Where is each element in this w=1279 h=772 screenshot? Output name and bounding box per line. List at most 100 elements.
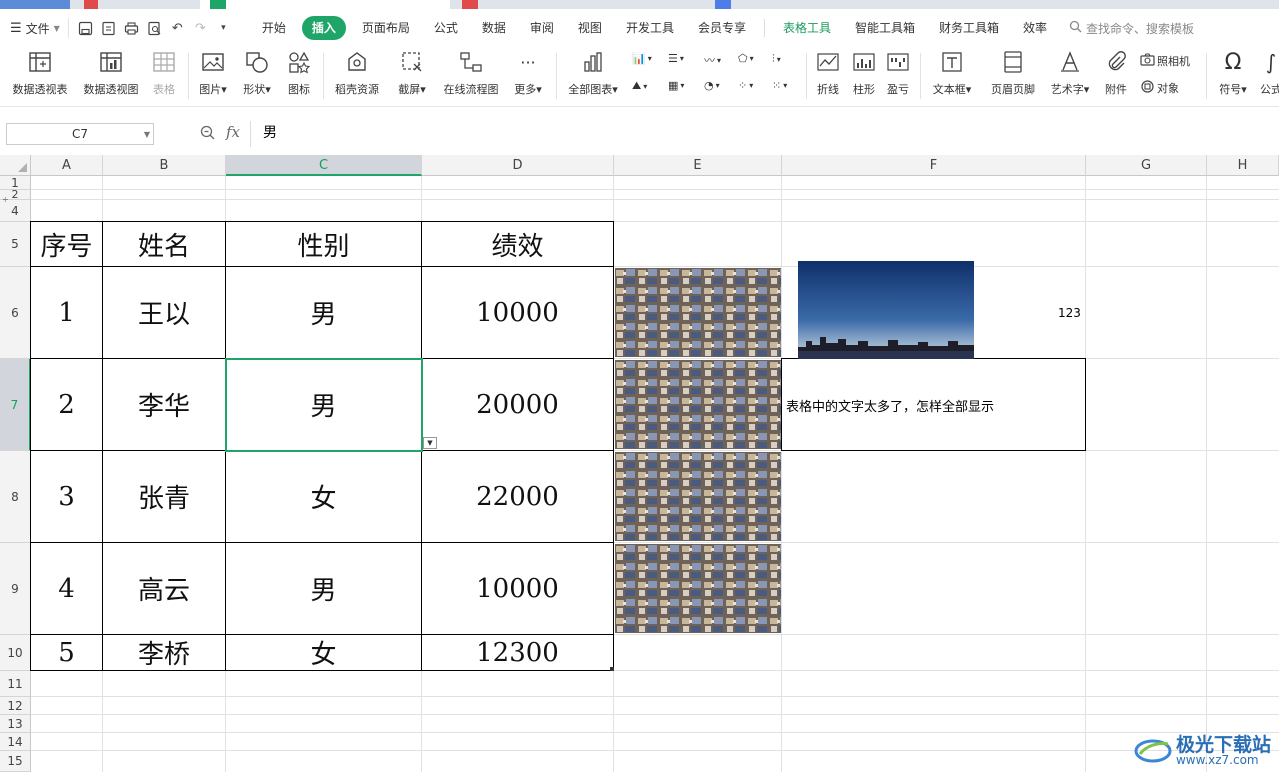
table-cell[interactable]: 张青 [103,451,225,542]
row-header-15[interactable]: 15 [0,751,31,772]
tab-review[interactable]: 审阅 [518,16,566,40]
column-header-c[interactable]: C [226,155,422,176]
tab-finance-toolbox[interactable]: 财务工具箱 [927,16,1011,40]
f6-value[interactable]: 123 [1058,306,1081,320]
pivot-chart-button[interactable]: 数据透视图 [78,47,144,105]
tab-formulas[interactable]: 公式 [422,16,470,40]
row-header-6[interactable]: 6 [0,267,31,359]
table-cell[interactable]: 4 [31,543,102,634]
radar-chart-dropdown[interactable]: ⬠ ▾ [738,52,754,65]
customize-toolbar-icon[interactable]: ▾ [215,20,232,37]
row-header-14[interactable]: 14 [0,733,31,751]
table-cell[interactable]: 高云 [103,543,225,634]
print-preview-icon[interactable] [146,20,163,37]
table-cell[interactable]: 男 [226,543,421,634]
area-chart-dropdown[interactable]: ⛰ ▾ [632,79,647,93]
pivot-table-button[interactable]: 数据透视表 [8,47,72,105]
tab-efficiency[interactable]: 效率 [1011,16,1059,40]
table-header-cell[interactable]: 序号 [31,222,102,266]
tab-table-tools[interactable]: 表格工具 [771,16,843,40]
column-header-a[interactable]: A [31,155,103,176]
tab-insert[interactable]: 插入 [301,16,346,40]
table-cell[interactable]: 女 [226,635,421,670]
table-cell[interactable]: 女 [226,451,421,542]
undo-icon[interactable]: ↶ [169,20,186,37]
sparkline-line-button[interactable]: 折线 [812,47,844,105]
tab-home[interactable]: 开始 [250,16,298,40]
table-cell[interactable]: 12300 [422,635,613,670]
column-header-h[interactable]: H [1207,155,1279,176]
column-header-b[interactable]: B [103,155,226,176]
row-header-10[interactable]: 10 [0,635,31,671]
table-cell[interactable]: 王以 [103,267,225,358]
row-header-7[interactable]: 7 [0,359,31,451]
daoke-resource-button[interactable]: 稻壳资源 [330,47,384,105]
shape-button[interactable]: 形状▾ [238,47,276,105]
export-pdf-icon[interactable] [100,20,117,37]
row-header-8[interactable]: 8 [0,451,31,543]
tab-member[interactable]: 会员专享 [686,16,758,40]
city-photo[interactable] [615,268,781,357]
window-tab[interactable] [84,0,98,9]
table-cell[interactable]: 1 [31,267,102,358]
command-search[interactable]: 查找命令、搜索模板 [1069,20,1194,37]
table-cell[interactable]: 男 [226,267,421,358]
header-footer-button[interactable]: 页眉页脚 [984,47,1042,105]
table-cell[interactable]: 3 [31,451,102,542]
table-cell[interactable]: 2 [31,359,102,450]
textbox-button[interactable]: 文本框▾ [926,47,978,105]
formula-button[interactable]: ∫ 公式 [1256,47,1279,105]
bar-chart-dropdown[interactable]: ☰ ▾ [668,52,684,65]
name-box[interactable]: C7 ▼ [6,123,154,145]
table-header-cell[interactable]: 绩效 [422,222,613,266]
more-button[interactable]: ··· 更多▾ [508,47,548,105]
tab-view[interactable]: 视图 [566,16,614,40]
window-tab[interactable] [462,0,478,9]
table-cell[interactable]: 5 [31,635,102,670]
table-cell[interactable]: 李桥 [103,635,225,670]
fx-icon[interactable]: fx [226,123,240,141]
symbol-button[interactable]: Ω 符号▾ [1212,47,1254,105]
table-cell[interactable]: 22000 [422,451,613,542]
all-charts-button[interactable]: 全部图表▾ [562,47,624,105]
stock-chart-dropdown[interactable]: ⫶ ▾ [772,52,781,66]
picture-button[interactable]: 图片▾ [194,47,232,105]
table-header-cell[interactable]: 姓名 [103,222,225,266]
object-button[interactable]: 对象 [1140,80,1179,96]
print-icon[interactable] [123,20,140,37]
row-header-9[interactable]: 9 [0,543,31,635]
table-header-cell[interactable]: 性别 [226,222,421,266]
scatter-chart-dropdown[interactable]: ⁘ ▾ [738,79,753,92]
redo-icon[interactable]: ↷ [192,20,209,37]
pie-chart-dropdown[interactable]: ◔ ▾ [704,79,720,92]
skyline-photo[interactable] [798,261,974,359]
table-cell[interactable]: 20000 [422,359,613,450]
tab-page-layout[interactable]: 页面布局 [350,16,422,40]
zoom-formula-icon[interactable] [200,125,215,144]
icon-button[interactable]: 图标 [282,47,316,105]
column-header-d[interactable]: D [422,155,614,176]
file-menu[interactable]: ☰ 文件 ▼ [0,16,68,40]
window-tab[interactable] [715,0,731,9]
bubble-chart-dropdown[interactable]: ⁙ ▾ [772,79,787,92]
table-cell[interactable]: 10000 [422,543,613,634]
row-header-5[interactable]: 5 [0,222,31,267]
table-button[interactable]: 表格 [146,47,182,105]
column-header-f[interactable]: F [782,155,1086,176]
row-header-12[interactable]: 12 [0,697,31,715]
camera-button[interactable]: 照相机 [1140,53,1190,69]
tab-data[interactable]: 数据 [470,16,518,40]
f7-text[interactable]: 表格中的文字太多了，怎样全部显示 [786,359,994,451]
sparkline-winloss-button[interactable]: 盈亏 [882,47,914,105]
table-cell[interactable]: 李华 [103,359,225,450]
city-photo[interactable] [615,360,781,449]
wordart-button[interactable]: 艺术字▾ [1044,47,1096,105]
combo-chart-dropdown[interactable]: ▦ ▾ [668,79,684,92]
window-tab[interactable] [0,0,70,9]
row-header-11[interactable]: 11 [0,671,31,697]
screenshot-button[interactable]: 截屏▾ [392,47,432,105]
sparkline-column-button[interactable]: 柱形 [848,47,880,105]
tab-developer[interactable]: 开发工具 [614,16,686,40]
select-all-corner[interactable] [0,155,31,176]
city-photo[interactable] [615,452,781,541]
